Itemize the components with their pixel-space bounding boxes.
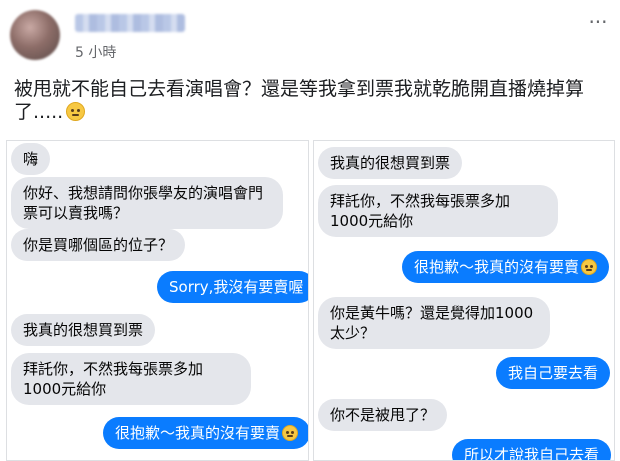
chat-bubble-incoming: 你好、我想請問你張學友的演唱會門票可以賣我嗎？	[11, 177, 283, 229]
chat-bubble-outgoing: Sorry,我沒有要賣喔	[157, 271, 308, 303]
post-timestamp[interactable]: 5 小時	[75, 42, 116, 62]
chat-bubble-outgoing: 很抱歉～我真的沒有要賣	[402, 251, 610, 283]
chat-bubble-incoming: 拜託你，不然我每張票多加1000元給你	[318, 185, 558, 237]
chat-bubble-incoming: 我真的很想買到票	[11, 314, 156, 346]
more-options-button[interactable]: ···	[586, 10, 610, 34]
chat-bubble-incoming: 我真的很想買到票	[318, 147, 463, 179]
chat-bubble-outgoing: 所以才說我自己去看	[452, 439, 612, 460]
post-header: 5 小時 ···	[0, 0, 620, 70]
chat-bubble-outgoing: 我自己要去看	[496, 357, 611, 389]
chat-bubble-incoming: 你是黃牛嗎？還是覺得加1000太少？	[318, 297, 550, 349]
worried-face-icon	[282, 425, 299, 441]
author-name-blurred[interactable]	[75, 14, 185, 32]
chat-bubble-outgoing: 很抱歉～我真的沒有要賣	[103, 417, 308, 449]
chat-bubble-incoming: 嗨	[11, 143, 51, 175]
chat-bubble-incoming: 拜託你，不然我每張票多加1000元給你	[11, 353, 251, 405]
chat-screenshot-right: 我真的很想買到票 拜託你，不然我每張票多加1000元給你 很抱歉～我真的沒有要賣…	[313, 140, 615, 461]
chat-screenshot-left: 嗨 你好、我想請問你張學友的演唱會門票可以賣我嗎？ 你是買哪個區的位子？ Sor…	[6, 140, 309, 461]
avatar[interactable]	[10, 10, 60, 60]
post-text: 被甩就不能自己去看演唱會？還是等我拿到票我就乾脆開直播燒掉算了.....	[14, 78, 610, 124]
worried-face-icon	[66, 102, 86, 121]
post-text-content: 被甩就不能自己去看演唱會？還是等我拿到票我就乾脆開直播燒掉算了.....	[14, 78, 585, 123]
chat-bubble-incoming: 你是買哪個區的位子？	[11, 229, 186, 261]
chat-bubble-incoming: 你不是被甩了？	[318, 399, 448, 431]
worried-face-icon	[581, 259, 598, 275]
